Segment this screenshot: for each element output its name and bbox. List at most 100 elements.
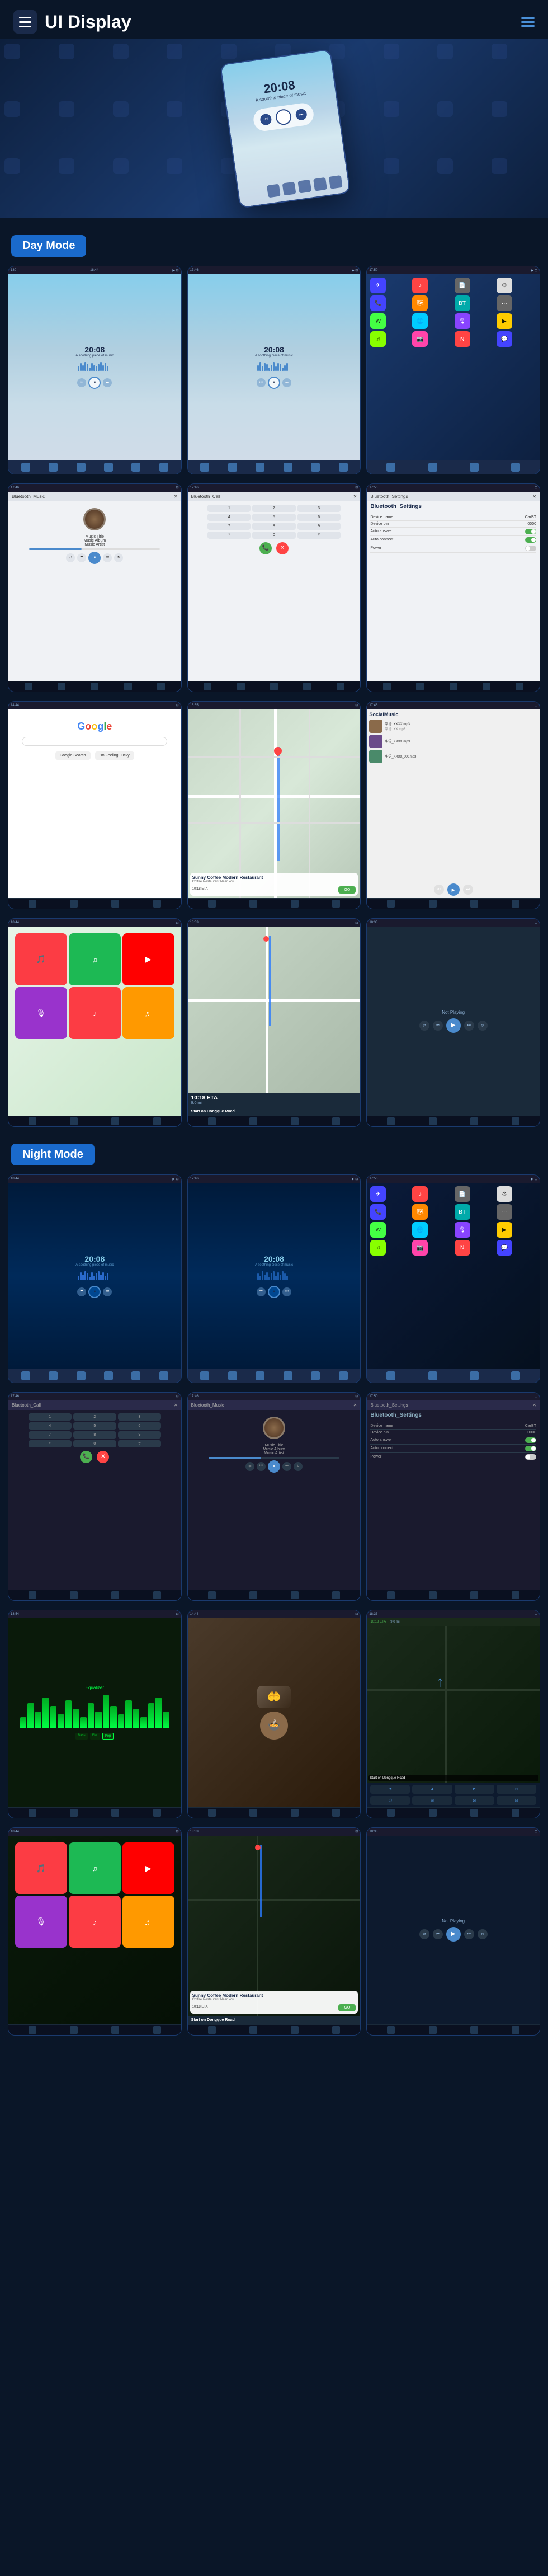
- app-instagram[interactable]: 📷: [412, 331, 428, 347]
- bb-icon-3[interactable]: [77, 463, 86, 472]
- night-play-btn-1[interactable]: ⏸: [88, 1286, 101, 1298]
- night-app-settings[interactable]: ⚙: [497, 1186, 512, 1202]
- tbt-btn-1[interactable]: ⬡: [370, 1796, 410, 1805]
- night-podcast-app[interactable]: 🎙: [15, 1896, 67, 1948]
- night-key-4[interactable]: 4: [29, 1422, 72, 1430]
- next-btn-d1[interactable]: ⏭: [103, 378, 112, 387]
- app-browser[interactable]: 🌐: [412, 313, 428, 329]
- night-app-netflix[interactable]: N: [455, 1240, 470, 1256]
- play-btn-d1[interactable]: ⏸: [88, 377, 101, 389]
- social-play[interactable]: ▶: [447, 883, 460, 896]
- key-8[interactable]: 8: [252, 523, 295, 530]
- key-7[interactable]: 7: [207, 523, 251, 530]
- social-item-2[interactable]: 华语_XXXX.mp3: [369, 735, 537, 748]
- night-key-9[interactable]: 9: [118, 1431, 161, 1439]
- google-lucky-btn[interactable]: I'm Feeling Lucky: [95, 751, 134, 760]
- night-app-more[interactable]: ···: [497, 1204, 512, 1220]
- auto-answer-toggle[interactable]: [525, 529, 536, 534]
- night-play-btn-2[interactable]: ⏸: [268, 1286, 280, 1298]
- tbt-btn-recalc[interactable]: ↻: [497, 1785, 536, 1794]
- tbt-btn-3[interactable]: ⊠: [455, 1796, 494, 1805]
- night-np-repeat[interactable]: ↻: [478, 1929, 488, 1939]
- key-hash[interactable]: #: [297, 532, 341, 539]
- hero-next-btn[interactable]: ⏭: [295, 108, 308, 121]
- night-np-next[interactable]: ⏭: [464, 1929, 474, 1939]
- night-spotify-app[interactable]: ♫: [69, 1842, 121, 1895]
- prev-btn-d1[interactable]: ⏮: [77, 378, 86, 387]
- key-4[interactable]: 4: [207, 514, 251, 521]
- app-maps[interactable]: 🗺: [412, 295, 428, 311]
- night-key-5[interactable]: 5: [73, 1422, 116, 1430]
- night-go-button[interactable]: GO: [338, 2004, 356, 2011]
- hangup-btn[interactable]: ✕: [276, 542, 289, 554]
- night-app-instagram[interactable]: 📷: [412, 1240, 428, 1256]
- youtube-app[interactable]: ▶: [122, 933, 174, 985]
- night-hangup-btn[interactable]: ✕: [97, 1451, 109, 1463]
- np-shuffle[interactable]: ⇄: [419, 1021, 429, 1031]
- night-music-shuffle[interactable]: ⇄: [245, 1462, 254, 1471]
- app-bt[interactable]: BT: [455, 295, 470, 311]
- night-app-wechat[interactable]: 💬: [497, 1240, 512, 1256]
- night-np-shuffle[interactable]: ⇄: [419, 1929, 429, 1939]
- go-button[interactable]: GO: [338, 886, 356, 894]
- play-btn-d2[interactable]: ⏸: [268, 377, 280, 389]
- eq-preset-1[interactable]: Bass: [75, 1733, 87, 1740]
- app-music[interactable]: ♪: [412, 278, 428, 293]
- night-key-star[interactable]: *: [29, 1440, 72, 1447]
- night-power-toggle[interactable]: [525, 1454, 536, 1460]
- app-files[interactable]: 📄: [455, 278, 470, 293]
- night-music-next[interactable]: ⏭: [282, 1462, 291, 1471]
- night-key-2[interactable]: 2: [73, 1413, 116, 1421]
- google-search-btn[interactable]: Google Search: [55, 751, 91, 760]
- app-more[interactable]: ···: [497, 295, 512, 311]
- tbt-btn-2[interactable]: ⊞: [412, 1796, 452, 1805]
- music-play[interactable]: ⏸: [88, 552, 101, 564]
- night-next-btn-1[interactable]: ⏭: [103, 1287, 112, 1296]
- social-item-3[interactable]: 华语_XXXX_XX.mp3: [369, 750, 537, 763]
- app-waze[interactable]: W: [370, 313, 386, 329]
- google-search-bar[interactable]: [22, 737, 167, 746]
- night-prev-btn-2[interactable]: ⏮: [257, 1287, 266, 1296]
- call-btn[interactable]: 📞: [259, 542, 272, 554]
- next-btn-d2[interactable]: ⏭: [282, 378, 291, 387]
- social-next[interactable]: ⏭: [463, 885, 473, 895]
- music-next[interactable]: ⏭: [103, 553, 112, 562]
- apple-music-app[interactable]: 🎵: [15, 933, 67, 985]
- podcast-app[interactable]: 🎙: [15, 987, 67, 1039]
- night-np-play[interactable]: ▶: [446, 1927, 461, 1942]
- spotify-app[interactable]: ♫: [69, 933, 121, 985]
- tbt-btn-straight[interactable]: ▲: [412, 1785, 452, 1794]
- bb-icon-4[interactable]: [104, 463, 113, 472]
- night-app-music[interactable]: ♪: [412, 1186, 428, 1202]
- app-wechat[interactable]: 💬: [497, 331, 512, 347]
- night-app-waze[interactable]: W: [370, 1222, 386, 1238]
- night-app-bt[interactable]: BT: [455, 1204, 470, 1220]
- night-music-prev[interactable]: ⏮: [257, 1462, 266, 1471]
- night-app-files[interactable]: 📄: [455, 1186, 470, 1202]
- night-app-browser[interactable]: 🌐: [412, 1222, 428, 1238]
- app-phone[interactable]: 📞: [370, 295, 386, 311]
- amazon-music-app[interactable]: ♬: [122, 987, 174, 1039]
- night-app-phone[interactable]: 📞: [370, 1204, 386, 1220]
- night-auto-connect-toggle[interactable]: [525, 1446, 536, 1451]
- bb-icon-1[interactable]: [21, 463, 30, 472]
- key-star[interactable]: *: [207, 532, 251, 539]
- night-key-3[interactable]: 3: [118, 1413, 161, 1421]
- social-prev[interactable]: ⏮: [434, 885, 444, 895]
- bb-icon-2[interactable]: [49, 463, 58, 472]
- night-auto-answer-toggle[interactable]: [525, 1437, 536, 1443]
- night-key-6[interactable]: 6: [118, 1422, 161, 1430]
- prev-btn-d2[interactable]: ⏮: [257, 378, 266, 387]
- np-prev[interactable]: ⏮: [433, 1021, 443, 1031]
- night-youtube-app[interactable]: ▶: [122, 1842, 174, 1895]
- app-spotify[interactable]: ♫: [370, 331, 386, 347]
- night-apple-music-app[interactable]: 🎵: [15, 1842, 67, 1895]
- night-call-btn[interactable]: 📞: [80, 1451, 92, 1463]
- key-9[interactable]: 9: [297, 523, 341, 530]
- night-np-prev[interactable]: ⏮: [433, 1929, 443, 1939]
- hero-play-btn[interactable]: ⏸: [275, 108, 292, 126]
- np-next[interactable]: ⏭: [464, 1021, 474, 1031]
- tbt-btn-turn-right[interactable]: ►: [455, 1785, 494, 1794]
- key-2[interactable]: 2: [252, 505, 295, 512]
- night-amazon-music-app[interactable]: ♬: [122, 1896, 174, 1948]
